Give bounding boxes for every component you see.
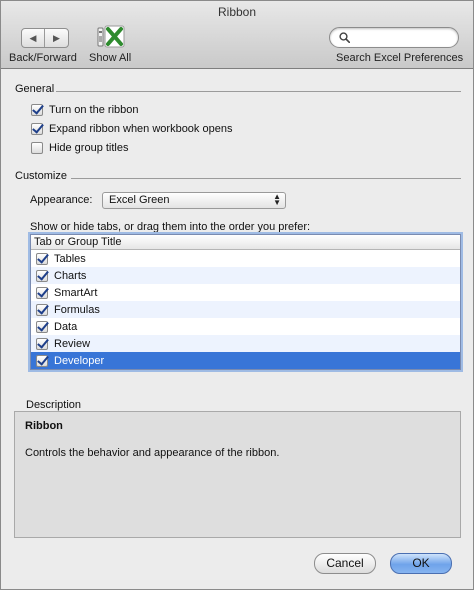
appearance-label: Appearance: (30, 194, 93, 206)
row-label: Review (54, 337, 91, 350)
general-section-title: General (15, 83, 55, 95)
row-checkbox[interactable] (36, 354, 48, 367)
row-label: Charts (54, 269, 87, 282)
show-all-button[interactable] (96, 25, 126, 49)
turn-on-ribbon-checkbox[interactable] (31, 104, 43, 116)
hide-group-titles-option[interactable]: Hide group titles (31, 142, 129, 154)
hide-group-titles-label: Hide group titles (49, 142, 129, 154)
forward-button[interactable]: ▶ (45, 29, 68, 47)
customize-divider (71, 178, 461, 179)
row-checkbox[interactable] (36, 337, 48, 350)
description-title: Description (26, 399, 82, 411)
forward-arrow-icon: ▶ (53, 32, 60, 43)
search-label: Search Excel Preferences (336, 52, 464, 64)
search-field (329, 27, 459, 48)
row-checkbox[interactable] (36, 286, 48, 299)
row-checkbox[interactable] (36, 269, 48, 282)
table-row[interactable]: Data (31, 318, 460, 335)
row-checkbox[interactable] (36, 320, 48, 333)
row-label: Developer (54, 354, 105, 367)
expand-ribbon-option[interactable]: Expand ribbon when workbook opens (31, 123, 232, 135)
ok-button[interactable]: OK (390, 553, 452, 574)
show-all-label: Show All (89, 52, 132, 64)
customize-section-title: Customize (15, 170, 67, 182)
search-icon (339, 32, 350, 43)
description-heading: Ribbon (25, 420, 63, 432)
preferences-window: Ribbon ◀ ▶ Back/Forward Show All Search … (0, 0, 474, 590)
turn-on-ribbon-option[interactable]: Turn on the ribbon (31, 104, 138, 116)
back-button[interactable]: ◀ (22, 29, 46, 47)
tabs-list-caption: Show or hide tabs, or drag them into the… (30, 221, 311, 233)
table-row[interactable]: SmartArt (31, 284, 460, 301)
column-header-title[interactable]: Tab or Group Title (31, 235, 460, 250)
search-input[interactable] (354, 30, 452, 45)
cancel-button[interactable]: Cancel (314, 553, 376, 574)
expand-ribbon-label: Expand ribbon when workbook opens (49, 123, 233, 135)
row-label: Formulas (54, 303, 100, 316)
table-row[interactable]: Review (31, 335, 460, 352)
back-forward-label: Back/Forward (9, 52, 77, 64)
row-label: Tables (54, 252, 86, 265)
table-row[interactable]: Tables (31, 250, 460, 267)
window-title: Ribbon (217, 5, 257, 19)
row-label: SmartArt (54, 286, 98, 299)
turn-on-ribbon-label: Turn on the ribbon (49, 104, 139, 116)
excel-icon (97, 25, 125, 48)
table-row[interactable]: Formulas (31, 301, 460, 318)
row-checkbox[interactable] (36, 252, 48, 265)
back-arrow-icon: ◀ (29, 32, 37, 43)
table-row[interactable]: Charts (31, 267, 460, 284)
table-row-selected[interactable]: Developer (31, 352, 460, 369)
appearance-select[interactable]: Excel Green ▲ ▼ (102, 192, 286, 209)
back-forward-control: ◀ ▶ (21, 28, 69, 48)
toolbar: Ribbon ◀ ▶ Back/Forward Show All Search … (1, 1, 473, 69)
expand-ribbon-checkbox[interactable] (31, 123, 43, 135)
row-checkbox[interactable] (36, 303, 48, 316)
tabs-table[interactable]: Tab or Group Title Tables Charts SmartAr… (30, 234, 461, 370)
description-panel: Ribbon Controls the behavior and appeara… (14, 411, 461, 538)
appearance-value: Excel Green (109, 194, 170, 206)
description-text: Controls the behavior and appearance of … (25, 447, 280, 459)
general-divider (56, 91, 461, 92)
updown-arrows-icon: ▲ ▼ (273, 192, 281, 207)
hide-group-titles-checkbox[interactable] (31, 142, 43, 154)
row-label: Data (54, 320, 78, 333)
